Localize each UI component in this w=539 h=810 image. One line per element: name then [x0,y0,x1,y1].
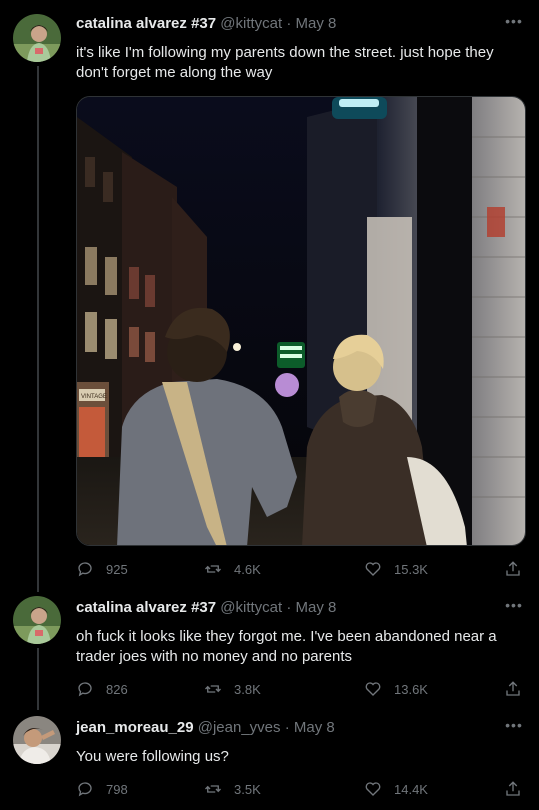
tweet-text: oh fuck it looks like they forgot me. I'… [76,628,497,665]
reply-icon [78,682,92,697]
more-options-icon[interactable]: ••• [505,718,523,738]
username[interactable]: @jean_yves [198,719,281,736]
retweet-count: 4.6K [234,561,261,577]
retweet-icon [205,565,221,573]
tweet-photo[interactable]: VINTAGE [76,96,526,546]
like-count: 13.6K [394,681,428,697]
heart-icon [365,782,381,796]
tweet-actions: 925 4.6K 15.3K [76,558,526,580]
timestamp[interactable]: May 8 [296,599,337,616]
tweet-text: it's like I'm following my parents down … [76,44,494,81]
share-button[interactable] [504,558,534,580]
avatar[interactable] [13,716,61,764]
retweet-count: 3.8K [234,681,261,697]
tweet-text: You were following us? [76,748,229,765]
timestamp[interactable]: May 8 [294,719,335,736]
tweet[interactable]: catalina alvarez #37 @kittycat · May 8 •… [0,0,539,590]
tweet-actions: 798 3.5K 14.4K [76,778,526,800]
display-name[interactable]: catalina alvarez #37 [76,15,216,32]
avatar[interactable] [13,14,61,62]
share-icon [506,681,520,696]
separator: · [286,599,292,616]
reply-button[interactable]: 925 [76,558,128,580]
tweet[interactable]: jean_moreau_29 @jean_yves · May 8 ••• Yo… [0,710,539,810]
display-name[interactable]: catalina alvarez #37 [76,599,216,616]
tweet[interactable]: catalina alvarez #37 @kittycat · May 8 •… [0,590,539,710]
retweet-button[interactable]: 3.8K [204,678,261,700]
tweet-actions: 826 3.8K 13.6K [76,678,526,700]
retweet-button[interactable]: 3.5K [204,778,261,800]
separator: · [284,719,290,736]
separator: · [286,15,292,32]
timestamp[interactable]: May 8 [296,15,337,32]
more-options-icon[interactable]: ••• [505,598,523,618]
share-button[interactable] [504,678,534,700]
retweet-count: 3.5K [234,781,261,797]
tweet-header: catalina alvarez #37 @kittycat · May 8 [76,14,336,34]
retweet-icon [205,785,221,793]
reply-button[interactable]: 826 [76,678,128,700]
username[interactable]: @kittycat [220,599,282,616]
retweet-icon [205,685,221,693]
reply-icon [78,782,92,797]
share-button[interactable] [504,778,534,800]
retweet-button[interactable]: 4.6K [204,558,261,580]
reply-icon [78,562,92,577]
like-button[interactable]: 13.6K [364,678,428,700]
more-options-icon[interactable]: ••• [505,14,523,34]
reply-count: 798 [106,781,128,797]
like-button[interactable]: 15.3K [364,558,428,580]
reply-count: 826 [106,681,128,697]
reply-count: 925 [106,561,128,577]
tweet-header: catalina alvarez #37 @kittycat · May 8 [76,598,336,618]
like-count: 15.3K [394,561,428,577]
heart-icon [365,682,381,696]
avatar[interactable] [13,596,61,644]
storefront-sign: VINTAGE [81,394,107,400]
heart-icon [365,562,381,576]
share-icon [506,561,520,576]
like-count: 14.4K [394,781,428,797]
tweet-header: jean_moreau_29 @jean_yves · May 8 [76,718,335,738]
like-button[interactable]: 14.4K [364,778,428,800]
reply-button[interactable]: 798 [76,778,128,800]
display-name[interactable]: jean_moreau_29 [76,719,194,736]
share-icon [506,781,520,796]
username[interactable]: @kittycat [220,15,282,32]
